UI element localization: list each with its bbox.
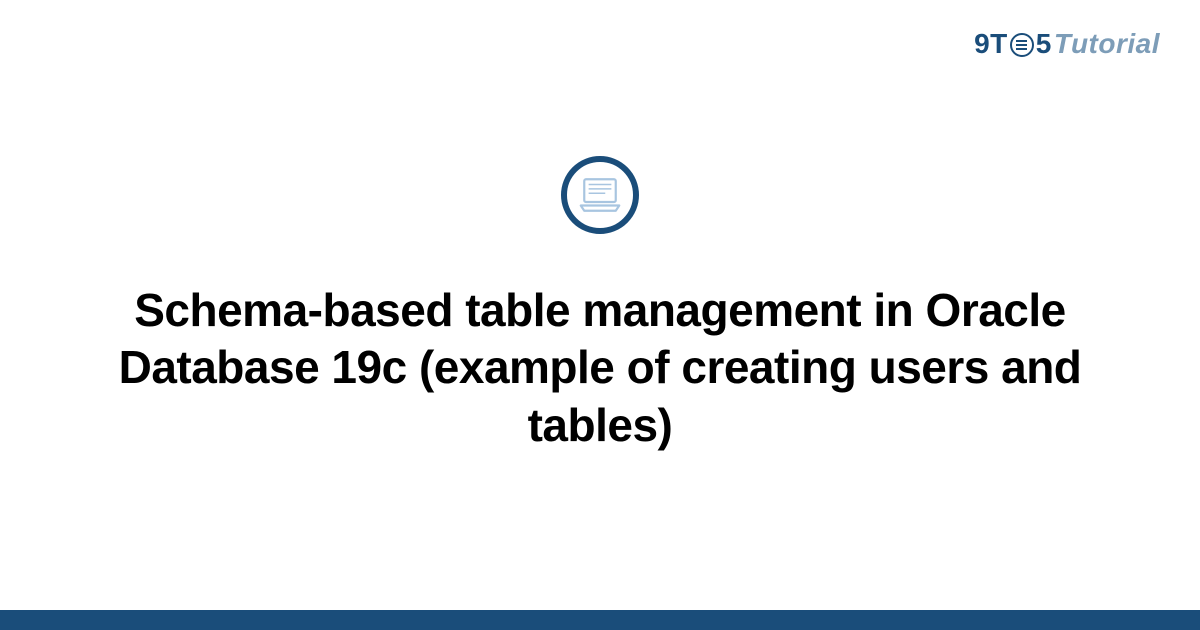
main-content: Schema-based table management in Oracle … <box>0 0 1200 630</box>
laptop-icon-circle <box>561 156 639 234</box>
laptop-icon <box>579 177 621 213</box>
bottom-accent-bar <box>0 610 1200 630</box>
page-title: Schema-based table management in Oracle … <box>80 282 1120 455</box>
